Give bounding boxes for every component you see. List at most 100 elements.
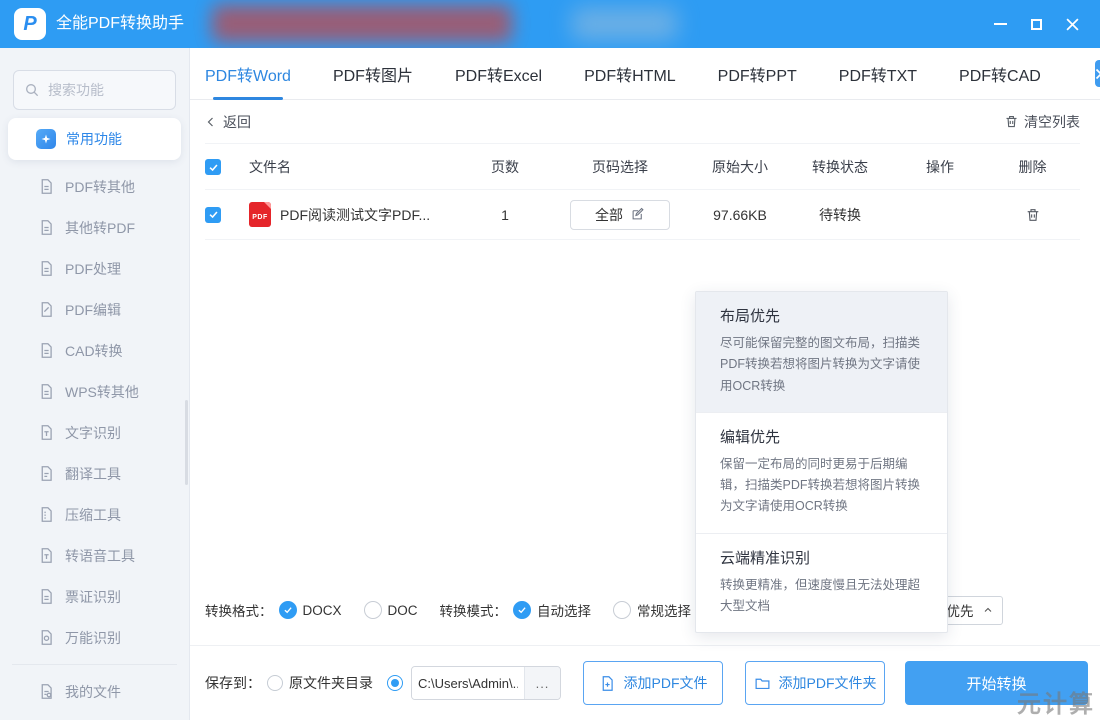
sidebar-item-wps-to-other[interactable]: WPS转其他 bbox=[0, 371, 189, 412]
blurred-banner bbox=[212, 5, 512, 42]
col-header-pages: 页数 bbox=[491, 157, 519, 177]
check-icon bbox=[208, 209, 219, 220]
ellipsis-icon: ... bbox=[536, 676, 550, 691]
sidebar-item-common-functions[interactable]: 常用功能 bbox=[8, 118, 181, 160]
pdf-process-icon bbox=[38, 260, 55, 277]
select-all-checkbox[interactable] bbox=[205, 159, 221, 175]
add-pdf-file-label: 添加PDF文件 bbox=[624, 673, 708, 693]
app-title: 全能PDF转换助手 bbox=[56, 0, 184, 48]
format-option-docx[interactable]: DOCX bbox=[279, 601, 342, 619]
search-box[interactable] bbox=[13, 70, 176, 110]
tab-pdf-to-html[interactable]: PDF转HTML bbox=[584, 48, 676, 100]
mode-option-auto[interactable]: 自动选择 bbox=[513, 600, 591, 620]
save-custom-radio[interactable] bbox=[387, 675, 403, 691]
browse-path-button[interactable]: ... bbox=[524, 667, 560, 699]
maximize-button[interactable] bbox=[1018, 6, 1054, 42]
sidebar-item-pdf-process[interactable]: PDF处理 bbox=[0, 248, 189, 289]
sidebar-item-universal-recognition[interactable]: 万能识别 bbox=[0, 617, 189, 658]
main-panel: PDF转Word PDF转图片 PDF转Excel PDF转HTML PDF转P… bbox=[190, 48, 1100, 720]
back-button[interactable]: 返回 bbox=[205, 112, 251, 132]
sidebar-item-translate-tool[interactable]: 翻译工具 bbox=[0, 453, 189, 494]
tab-pdf-to-word[interactable]: PDF转Word bbox=[205, 48, 291, 100]
sidebar-item-compress-tool[interactable]: 压缩工具 bbox=[0, 494, 189, 535]
close-panel-button[interactable] bbox=[1095, 60, 1100, 87]
cad-convert-icon bbox=[38, 342, 55, 359]
save-to-label: 保存到： bbox=[205, 673, 261, 693]
pref-option-edit-priority[interactable]: 编辑优先 保留一定布局的同时更易于后期编辑，扫描类PDF转换若想将图片转换为文字… bbox=[696, 413, 947, 534]
sidebar-item-label: WPS转其他 bbox=[65, 382, 139, 402]
col-header-status: 转换状态 bbox=[812, 157, 868, 177]
my-files-icon bbox=[38, 683, 55, 700]
pref-option-title: 云端精准识别 bbox=[720, 547, 923, 568]
trash-icon bbox=[1025, 207, 1041, 223]
sidebar-scrollbar[interactable] bbox=[185, 400, 188, 485]
mode-label: 转换模式： bbox=[440, 600, 508, 620]
file-pages: 1 bbox=[501, 207, 509, 223]
table-header: 文件名 页数 页码选择 原始大小 转换状态 操作 删除 bbox=[205, 145, 1080, 190]
text-recognition-icon bbox=[38, 424, 55, 441]
maximize-icon bbox=[1031, 19, 1042, 30]
minimize-icon bbox=[994, 23, 1007, 25]
sidebar-item-label: 文字识别 bbox=[65, 423, 121, 443]
radio-unchecked-icon bbox=[613, 601, 631, 619]
col-header-action: 操作 bbox=[926, 157, 954, 177]
close-window-button[interactable] bbox=[1054, 6, 1090, 42]
search-input[interactable] bbox=[48, 82, 148, 98]
universal-recognition-icon bbox=[38, 629, 55, 646]
pdf-to-other-icon bbox=[38, 178, 55, 195]
page-select-button[interactable]: 全部 bbox=[570, 200, 670, 230]
add-pdf-folder-button[interactable]: 添加PDF文件夹 bbox=[745, 661, 885, 705]
sidebar: 常用功能 PDF转其他 其他转PDF PDF处理 PDF编辑 CAD转换 bbox=[0, 48, 190, 720]
list-toolbar: 返回 清空列表 bbox=[205, 100, 1080, 144]
page-select-value: 全部 bbox=[595, 205, 623, 225]
sidebar-item-label: PDF编辑 bbox=[65, 300, 121, 320]
format-option-doc[interactable]: DOC bbox=[364, 601, 418, 619]
mode-option-normal[interactable]: 常规选择 bbox=[613, 600, 691, 620]
to-speech-tool-icon bbox=[38, 547, 55, 564]
row-checkbox[interactable] bbox=[205, 207, 221, 223]
other-to-pdf-icon bbox=[38, 219, 55, 236]
add-pdf-folder-label: 添加PDF文件夹 bbox=[779, 673, 877, 693]
file-name: PDF阅读测试文字PDF... bbox=[280, 205, 430, 225]
pref-option-title: 布局优先 bbox=[720, 305, 923, 326]
edit-icon bbox=[630, 207, 645, 222]
file-plus-icon bbox=[599, 675, 616, 692]
folder-icon bbox=[754, 675, 771, 692]
sidebar-item-to-speech-tool[interactable]: 转语音工具 bbox=[0, 535, 189, 576]
back-label: 返回 bbox=[223, 112, 251, 132]
wps-to-other-icon bbox=[38, 383, 55, 400]
sidebar-item-other-to-pdf[interactable]: 其他转PDF bbox=[0, 207, 189, 248]
save-path-input[interactable] bbox=[412, 667, 524, 699]
tab-pdf-to-cad[interactable]: PDF转CAD bbox=[959, 48, 1041, 100]
file-name-cell: PDF PDF阅读测试文字PDF... bbox=[249, 202, 465, 227]
minimize-button[interactable] bbox=[982, 6, 1018, 42]
sidebar-item-label: PDF处理 bbox=[65, 259, 121, 279]
sidebar-item-pdf-to-other[interactable]: PDF转其他 bbox=[0, 166, 189, 207]
tab-pdf-to-image[interactable]: PDF转图片 bbox=[333, 48, 413, 100]
delete-row-button[interactable] bbox=[1025, 207, 1041, 223]
sidebar-item-text-recognition[interactable]: 文字识别 bbox=[0, 412, 189, 453]
save-path-box: ... bbox=[411, 666, 561, 700]
pref-option-layout-priority[interactable]: 布局优先 尽可能保留完整的图文布局，扫描类PDF转换若想将图片转换为文字请使用O… bbox=[696, 292, 947, 413]
add-pdf-file-button[interactable]: 添加PDF文件 bbox=[583, 661, 723, 705]
sidebar-item-my-files[interactable]: 我的文件 bbox=[0, 671, 189, 712]
sidebar-item-cad-convert[interactable]: CAD转换 bbox=[0, 330, 189, 371]
sidebar-item-ticket-recognition[interactable]: 票证识别 bbox=[0, 576, 189, 617]
tab-pdf-to-txt[interactable]: PDF转TXT bbox=[839, 48, 917, 100]
sidebar-item-label: 其他转PDF bbox=[65, 218, 135, 238]
tab-pdf-to-excel[interactable]: PDF转Excel bbox=[455, 48, 542, 100]
tab-pdf-to-ppt[interactable]: PDF转PPT bbox=[718, 48, 797, 100]
ticket-recognition-icon bbox=[38, 588, 55, 605]
sidebar-item-label: 压缩工具 bbox=[65, 505, 121, 525]
save-original-radio[interactable] bbox=[267, 675, 283, 691]
format-option-label: DOC bbox=[388, 603, 418, 618]
translate-tool-icon bbox=[38, 465, 55, 482]
clear-list-button[interactable]: 清空列表 bbox=[1004, 112, 1080, 132]
radio-checked-icon bbox=[513, 601, 531, 619]
pref-option-desc: 保留一定布局的同时更易于后期编辑，扫描类PDF转换若想将图片转换为文字请使用OC… bbox=[720, 454, 923, 518]
pref-option-cloud-recognition[interactable]: 云端精准识别 转换更精准，但速度慢且无法处理超大型文档 bbox=[696, 534, 947, 633]
common-functions-icon bbox=[36, 129, 56, 149]
compress-tool-icon bbox=[38, 506, 55, 523]
sidebar-item-label: CAD转换 bbox=[65, 341, 123, 361]
sidebar-item-pdf-edit[interactable]: PDF编辑 bbox=[0, 289, 189, 330]
